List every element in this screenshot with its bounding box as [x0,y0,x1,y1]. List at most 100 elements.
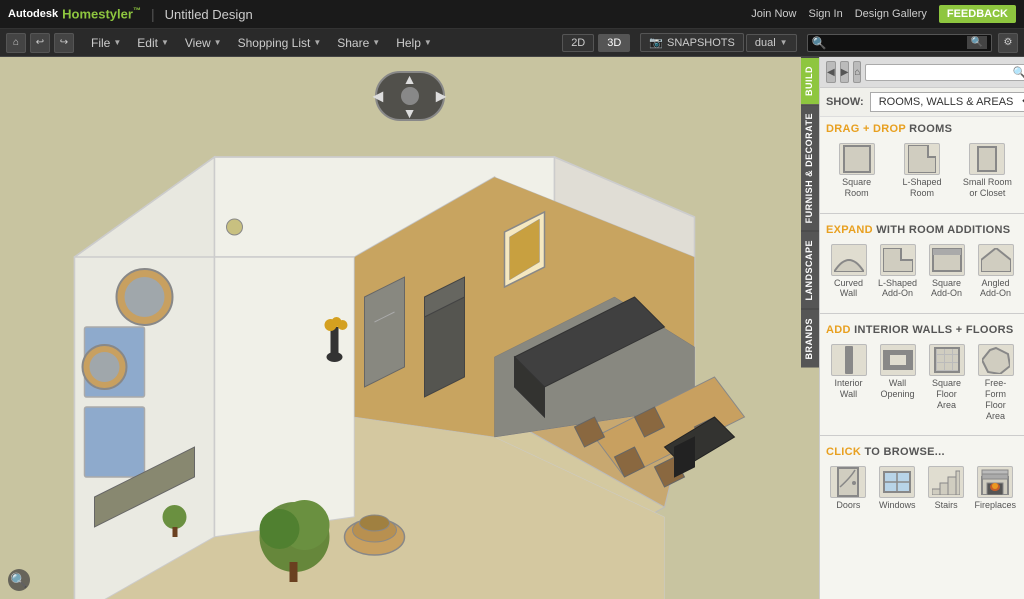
join-now-link[interactable]: Join Now [751,8,796,20]
section-title-drag-drop: DRAG + DROP ROOMS [826,123,1018,135]
l-addon-item[interactable]: L-ShapedAdd-On [875,242,920,302]
share-arrow-icon: ▼ [372,38,380,47]
sign-in-link[interactable]: Sign In [808,8,842,20]
l-room-icon [904,143,940,175]
stairs-item[interactable]: Stairs [924,464,969,513]
view-2d-btn[interactable]: 2D [562,34,594,52]
nav-up-btn[interactable]: ▲ [403,71,417,87]
menu-file[interactable]: File ▼ [84,33,128,53]
right-panel: ◀ ▶ ⌂ 🔍 SHOW: ROOMS, WALLS & AREAS FURNI… [819,57,1024,599]
home-icon-btn[interactable]: ⌂ [6,33,26,53]
topbar-right: Join Now Sign In Design Gallery FEEDBACK [751,5,1016,23]
interior-wall-icon [831,344,867,376]
l-shaped-room-item[interactable]: L-ShapedRoom [891,141,952,201]
camera-icon: 📷 [649,36,663,49]
nav-right-btn[interactable]: ▶ [436,88,447,105]
view-arrow-icon: ▼ [214,38,222,47]
menu-shopping-list[interactable]: Shopping List ▼ [231,33,329,53]
l-addon-icon [880,244,916,276]
panel-home-btn[interactable]: ⌂ [853,61,861,83]
section-title-expand: EXPAND WITH ROOM ADDITIONS [826,224,1018,236]
settings-icon-btn[interactable]: ⚙ [998,33,1018,53]
divider-1 [820,213,1024,214]
curved-wall-item[interactable]: Curved Wall [826,242,871,302]
panel-back-btn[interactable]: ◀ [826,61,836,83]
section-browse: CLICK TO BROWSE... Doors [820,440,1024,521]
menu-share[interactable]: Share ▼ [330,33,387,53]
free-floor-item[interactable]: Free-FormFloor Area [973,342,1018,423]
section-interior-walls: ADD INTERIOR WALLS + FLOORS InteriorWall [820,318,1024,431]
section-drag-drop-rooms: DRAG + DROP ROOMS SquareRoom L-S [820,117,1024,209]
interior-wall-item[interactable]: InteriorWall [826,342,871,423]
show-row: SHOW: ROOMS, WALLS & AREAS FURNITURE FLO… [820,88,1024,117]
small-room-item[interactable]: Small Roomor Closet [957,141,1018,201]
top-bar: Autodesk Homestyler™ | Untitled Design J… [0,0,1024,29]
windows-item[interactable]: Windows [875,464,920,513]
nav-center-btn[interactable] [401,87,419,105]
nav-down-btn[interactable]: ▼ [403,105,417,121]
square-floor-item[interactable]: SquareFloor Area [924,342,969,423]
dual-button[interactable]: dual ▼ [746,34,797,52]
tab-furnish-decorate[interactable]: FURNISH & DECORATE [801,104,819,231]
interior-grid: InteriorWall WallOpening [826,342,1018,423]
search-icon: 🔍 [812,36,827,50]
wall-opening-item[interactable]: WallOpening [875,342,920,423]
panel-forward-btn[interactable]: ▶ [840,61,850,83]
zoom-icon[interactable]: 🔍 [8,569,30,591]
doors-icon [830,466,866,498]
rooms-grid: SquareRoom L-ShapedRoom Small Roomor Clo… [826,141,1018,201]
square-room-icon [839,143,875,175]
menu-edit[interactable]: Edit ▼ [130,33,176,53]
menu-help[interactable]: Help ▼ [389,33,439,53]
angled-addon-icon [978,244,1014,276]
redo-icon-btn[interactable]: ↪ [54,33,74,53]
dual-arrow-icon: ▼ [780,38,788,47]
wall-opening-icon [880,344,916,376]
panel-search-icon[interactable]: 🔍 [1012,66,1024,79]
quick-icons: ⌂ ↩ ↪ [6,33,74,53]
fireplaces-icon [977,466,1013,498]
panel-nav: ◀ ▶ ⌂ 🔍 [820,57,1024,88]
design-gallery-link[interactable]: Design Gallery [855,8,927,20]
edit-arrow-icon: ▼ [161,38,169,47]
topbar-left: Autodesk Homestyler™ | Untitled Design [8,6,253,22]
shopping-arrow-icon: ▼ [313,38,321,47]
panel-search-input[interactable] [870,66,1012,78]
show-label: SHOW: [826,96,864,108]
section-expand-additions: EXPAND WITH ROOM ADDITIONS Curved Wall [820,218,1024,310]
section-title-interior: ADD INTERIOR WALLS + FLOORS [826,324,1018,336]
search-input[interactable] [827,37,967,49]
nav-control: ▲ ▼ ◀ ▶ [375,71,445,121]
menu-bar: ⌂ ↩ ↪ File ▼ Edit ▼ View ▼ Shopping List… [0,29,1024,57]
panel-search-bar: 🔍 [865,64,1024,81]
square-addon-item[interactable]: SquareAdd-On [924,242,969,302]
help-arrow-icon: ▼ [424,38,432,47]
tab-brands[interactable]: BRANDS [801,309,819,368]
viewport-3d[interactable]: ▲ ▼ ◀ ▶ [0,57,819,599]
square-addon-icon [929,244,965,276]
undo-icon-btn[interactable]: ↩ [30,33,50,53]
section-title-browse: CLICK TO BROWSE... [826,446,1018,458]
nav-left-btn[interactable]: ◀ [373,88,384,105]
show-select[interactable]: ROOMS, WALLS & AREAS FURNITURE FLOORS WA… [870,92,1024,112]
curved-wall-icon [831,244,867,276]
browse-grid: Doors Windows [826,464,1018,513]
stairs-icon [928,466,964,498]
windows-icon [879,466,915,498]
square-room-item[interactable]: SquareRoom [826,141,887,201]
fireplaces-item[interactable]: Fireplaces [972,464,1018,513]
snapshots-button[interactable]: 📷 SNAPSHOTS [640,33,744,52]
tab-build[interactable]: BUILD [801,57,819,104]
search-submit-btn[interactable]: 🔍 [967,36,987,49]
search-bar: 🔍 🔍 [807,34,992,52]
doors-item[interactable]: Doors [826,464,871,513]
tab-landscape[interactable]: LANDSCAPE [801,231,819,309]
view-3d-btn[interactable]: 3D [598,34,630,52]
menu-view[interactable]: View ▼ [178,33,229,53]
angled-addon-item[interactable]: AngledAdd-On [973,242,1018,302]
app-name: Homestyler™ [62,6,141,21]
divider-3 [820,435,1024,436]
feedback-button[interactable]: FEEDBACK [939,5,1016,23]
additions-grid: Curved Wall L-ShapedAdd-On [826,242,1018,302]
app-logo: Autodesk Homestyler™ [8,6,141,21]
